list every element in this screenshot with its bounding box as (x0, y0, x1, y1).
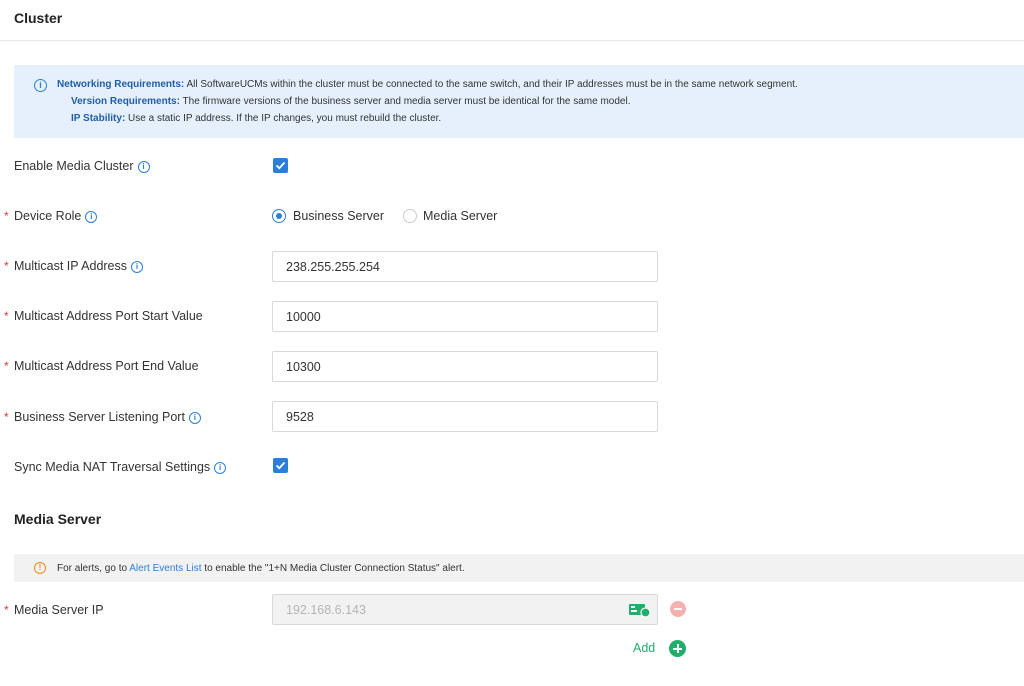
check-icon (275, 461, 286, 470)
multicast-ip-label: Multicast IP Address i (14, 259, 144, 273)
help-icon[interactable]: i (137, 161, 150, 173)
alert-text: For alerts, go to Alert Events List to e… (57, 563, 465, 574)
port-end-input[interactable] (272, 351, 658, 382)
sync-nat-label: Sync Media NAT Traversal Settings i (14, 460, 227, 474)
listening-port-input[interactable] (272, 401, 658, 432)
warning-icon: ! (34, 562, 46, 574)
info-line-networking: Networking Requirements: All SoftwareUCM… (57, 79, 798, 90)
required-marker: * (4, 259, 9, 273)
check-icon (275, 161, 286, 170)
help-icon[interactable]: i (85, 211, 98, 223)
sync-nat-checkbox[interactable] (273, 458, 288, 473)
port-start-input[interactable] (272, 301, 658, 332)
required-marker: * (4, 209, 9, 223)
info-line-version: Version Requirements: The firmware versi… (71, 96, 631, 107)
network-card-icon[interactable] (629, 603, 651, 618)
required-marker: * (4, 410, 9, 424)
add-media-server-button[interactable] (669, 640, 686, 657)
listening-port-label: Business Server Listening Port i (14, 410, 201, 424)
media-server-ip-label: Media Server IP (14, 603, 104, 617)
media-server-ip-input[interactable] (272, 594, 658, 625)
enable-media-cluster-label: Enable Media Cluster i (14, 159, 150, 173)
enable-media-cluster-checkbox[interactable] (273, 158, 288, 173)
requirements-info-box: i Networking Requirements: All SoftwareU… (14, 65, 1024, 138)
radio-media-server-label[interactable]: Media Server (423, 209, 497, 223)
port-start-label: Multicast Address Port Start Value (14, 309, 203, 323)
info-icon: i (34, 79, 47, 92)
info-line-ip-stability: IP Stability: Use a static IP address. I… (71, 113, 442, 124)
help-icon[interactable]: i (131, 261, 144, 273)
required-marker: * (4, 359, 9, 373)
help-icon[interactable]: i (214, 462, 227, 474)
multicast-ip-input[interactable] (272, 251, 658, 282)
required-marker: * (4, 309, 9, 323)
media-server-section-title: Media Server (14, 511, 102, 527)
port-end-label: Multicast Address Port End Value (14, 359, 199, 373)
device-role-label: Device Role i (14, 209, 98, 223)
add-media-server-label[interactable]: Add (633, 641, 655, 655)
alert-notice-box: ! For alerts, go to Alert Events List to… (14, 554, 1024, 582)
help-icon[interactable]: i (188, 412, 201, 424)
radio-business-server-label[interactable]: Business Server (293, 209, 384, 223)
radio-media-server[interactable] (403, 209, 417, 223)
remove-media-server-button[interactable] (670, 601, 686, 617)
alert-events-list-link[interactable]: Alert Events List (129, 563, 201, 574)
page-title: Cluster (14, 10, 63, 26)
radio-business-server[interactable] (272, 209, 286, 223)
page-header: Cluster (0, 0, 1024, 41)
required-marker: * (4, 603, 9, 617)
